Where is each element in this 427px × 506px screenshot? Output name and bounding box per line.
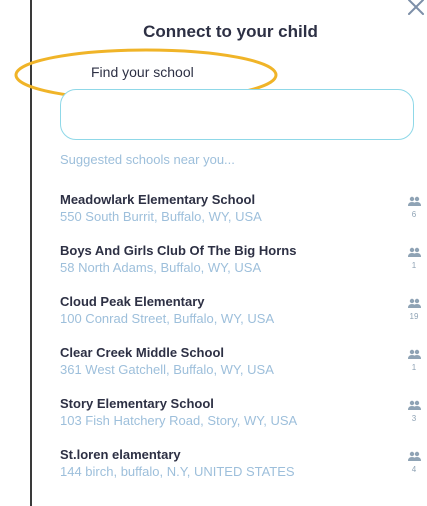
users-icon — [408, 451, 421, 461]
find-school-label: Find your school — [91, 64, 194, 80]
school-list-item[interactable]: Boys And Girls Club Of The Big Horns 58 N… — [60, 243, 426, 294]
modal-title: Connect to your child — [143, 22, 318, 41]
member-count: 3 — [402, 400, 426, 423]
school-list-item[interactable]: St.loren elamentary 144 birch, buffalo, N… — [60, 447, 426, 498]
page: Connect to your child Find your school S… — [0, 0, 427, 506]
school-name: Boys And Girls Club Of The Big Horns — [60, 243, 297, 258]
school-list-item[interactable]: Clear Creek Middle School 361 West Gatche… — [60, 345, 426, 396]
school-address: 550 South Burrit, Buffalo, WY, USA — [60, 209, 262, 224]
member-count: 4 — [402, 451, 426, 474]
users-icon — [408, 247, 421, 257]
school-address: 58 North Adams, Buffalo, WY, USA — [60, 260, 262, 275]
users-icon — [408, 298, 421, 308]
member-count: 6 — [402, 196, 426, 219]
member-count-number: 6 — [411, 210, 417, 219]
users-icon — [408, 400, 421, 410]
member-count: 1 — [402, 247, 426, 270]
users-icon — [408, 196, 421, 206]
member-count-number: 3 — [411, 414, 417, 423]
school-list-item[interactable]: Story Elementary School 103 Fish Hatchery… — [60, 396, 426, 447]
school-list-item[interactable]: Meadowlark Elementary School 550 South Bu… — [60, 192, 426, 243]
member-count-number: 1 — [411, 261, 417, 270]
school-address: 100 Conrad Street, Buffalo, WY, USA — [60, 311, 275, 326]
member-count: 1 — [402, 349, 426, 372]
school-address: 144 birch, buffalo, N.Y, UNITED STATES — [60, 464, 295, 479]
member-count-number: 19 — [409, 312, 419, 321]
suggested-schools-heading: Suggested schools near you... — [60, 152, 235, 167]
member-count-number: 1 — [411, 363, 417, 372]
school-name: Story Elementary School — [60, 396, 214, 411]
school-address: 361 West Gatchell, Buffalo, WY, USA — [60, 362, 274, 377]
school-list-item[interactable]: Cloud Peak Elementary 100 Conrad Street, … — [60, 294, 426, 345]
school-address: 103 Fish Hatchery Road, Story, WY, USA — [60, 413, 298, 428]
school-name: St.loren elamentary — [60, 447, 181, 462]
school-name: Cloud Peak Elementary — [60, 294, 205, 309]
school-search-input[interactable] — [60, 89, 414, 140]
school-name: Meadowlark Elementary School — [60, 192, 256, 207]
member-count: 19 — [402, 298, 426, 321]
member-count-number: 4 — [411, 465, 417, 474]
connect-modal: Connect to your child Find your school S… — [14, 0, 427, 506]
school-list: Meadowlark Elementary School 550 South Bu… — [60, 192, 426, 498]
school-name: Clear Creek Middle School — [60, 345, 224, 360]
users-icon — [408, 349, 421, 359]
close-icon[interactable] — [405, 0, 427, 18]
